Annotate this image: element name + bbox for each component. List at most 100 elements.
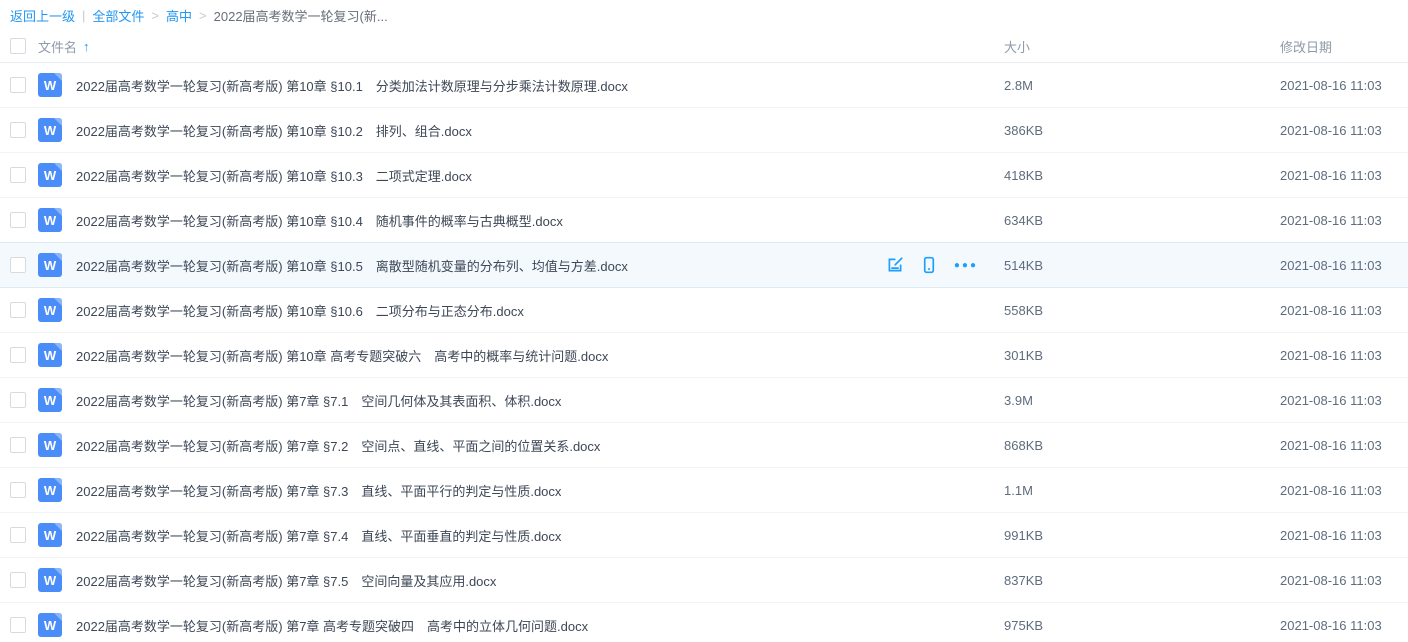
row-checkbox[interactable] [10, 212, 26, 228]
column-header-date[interactable]: 修改日期 [1280, 37, 1408, 56]
word-doc-icon: W [38, 343, 62, 367]
row-checkbox[interactable] [10, 572, 26, 588]
file-date: 2021-08-16 11:03 [1280, 258, 1408, 273]
breadcrumb-item-all-files[interactable]: 全部文件 [92, 6, 144, 25]
file-row[interactable]: W 2022届高考数学一轮复习(新高考版) 第10章 §10.5 离散型随机变量… [0, 243, 1408, 288]
file-row[interactable]: W 2022届高考数学一轮复习(新高考版) 第10章 §10.2 排列、组合.d… [0, 108, 1408, 153]
file-date: 2021-08-16 11:03 [1280, 348, 1408, 363]
word-doc-icon: W [38, 208, 62, 232]
file-name[interactable]: 2022届高考数学一轮复习(新高考版) 第7章 §7.3 直线、平面平行的判定与… [76, 481, 561, 500]
doc-icon-letter: W [44, 574, 56, 587]
word-doc-icon: W [38, 163, 62, 187]
file-name[interactable]: 2022届高考数学一轮复习(新高考版) 第7章 §7.1 空间几何体及其表面积、… [76, 391, 561, 410]
file-name[interactable]: 2022届高考数学一轮复习(新高考版) 第10章 §10.4 随机事件的概率与古… [76, 211, 563, 230]
file-date: 2021-08-16 11:03 [1280, 78, 1408, 93]
select-all-checkbox[interactable] [10, 38, 26, 54]
file-size: 558KB [1004, 303, 1280, 318]
file-row[interactable]: W 2022届高考数学一轮复习(新高考版) 第7章 §7.5 空间向量及其应用.… [0, 558, 1408, 603]
row-actions: ●●● [886, 256, 978, 274]
row-checkbox[interactable] [10, 302, 26, 318]
breadcrumb-pipe-separator: | [82, 8, 85, 23]
file-size: 418KB [1004, 168, 1280, 183]
row-checkbox[interactable] [10, 77, 26, 93]
word-doc-icon: W [38, 298, 62, 322]
file-size: 514KB [1004, 258, 1280, 273]
file-row[interactable]: W 2022届高考数学一轮复习(新高考版) 第10章 §10.3 二项式定理.d… [0, 153, 1408, 198]
file-date: 2021-08-16 11:03 [1280, 528, 1408, 543]
breadcrumb-current-folder: 2022届高考数学一轮复习(新... [214, 6, 388, 25]
file-name[interactable]: 2022届高考数学一轮复习(新高考版) 第10章 §10.1 分类加法计数原理与… [76, 76, 628, 95]
word-doc-icon: W [38, 388, 62, 412]
breadcrumb-item-folder[interactable]: 高中 [166, 6, 192, 25]
word-doc-icon: W [38, 73, 62, 97]
row-checkbox[interactable] [10, 437, 26, 453]
file-name[interactable]: 2022届高考数学一轮复习(新高考版) 第10章 §10.2 排列、组合.doc… [76, 121, 472, 140]
word-doc-icon: W [38, 613, 62, 637]
file-name[interactable]: 2022届高考数学一轮复习(新高考版) 第7章 高考专题突破四 高考中的立体几何… [76, 616, 588, 635]
doc-icon-letter: W [44, 349, 56, 362]
file-name[interactable]: 2022届高考数学一轮复习(新高考版) 第7章 §7.2 空间点、直线、平面之间… [76, 436, 600, 455]
file-date: 2021-08-16 11:03 [1280, 393, 1408, 408]
file-name[interactable]: 2022届高考数学一轮复习(新高考版) 第10章 §10.3 二项式定理.doc… [76, 166, 472, 185]
row-checkbox[interactable] [10, 482, 26, 498]
file-list: W 2022届高考数学一轮复习(新高考版) 第10章 §10.1 分类加法计数原… [0, 63, 1408, 642]
breadcrumb: 返回上一级 | 全部文件 > 高中 > 2022届高考数学一轮复习(新... [0, 0, 1408, 30]
word-doc-icon: W [38, 523, 62, 547]
file-size: 868KB [1004, 438, 1280, 453]
mobile-icon[interactable] [920, 256, 938, 274]
file-row[interactable]: W 2022届高考数学一轮复习(新高考版) 第10章 §10.1 分类加法计数原… [0, 63, 1408, 108]
file-size: 837KB [1004, 573, 1280, 588]
file-name[interactable]: 2022届高考数学一轮复习(新高考版) 第10章 §10.5 离散型随机变量的分… [76, 256, 628, 275]
word-doc-icon: W [38, 118, 62, 142]
sort-ascending-icon[interactable]: ↑ [83, 39, 90, 54]
file-name[interactable]: 2022届高考数学一轮复习(新高考版) 第10章 高考专题突破六 高考中的概率与… [76, 346, 608, 365]
file-size: 3.9M [1004, 393, 1280, 408]
file-size: 1.1M [1004, 483, 1280, 498]
file-name[interactable]: 2022届高考数学一轮复习(新高考版) 第7章 §7.4 直线、平面垂直的判定与… [76, 526, 561, 545]
column-header-filename[interactable]: 文件名 [38, 37, 77, 56]
row-checkbox[interactable] [10, 122, 26, 138]
more-actions-icon[interactable]: ●●● [954, 260, 978, 271]
row-checkbox[interactable] [10, 617, 26, 633]
file-name[interactable]: 2022届高考数学一轮复习(新高考版) 第7章 §7.5 空间向量及其应用.do… [76, 571, 496, 590]
file-row[interactable]: W 2022届高考数学一轮复习(新高考版) 第7章 §7.3 直线、平面平行的判… [0, 468, 1408, 513]
file-row[interactable]: W 2022届高考数学一轮复习(新高考版) 第10章 §10.6 二项分布与正态… [0, 288, 1408, 333]
doc-icon-letter: W [44, 619, 56, 632]
breadcrumb-back-link[interactable]: 返回上一级 [10, 6, 75, 25]
doc-icon-letter: W [44, 529, 56, 542]
doc-icon-letter: W [44, 394, 56, 407]
file-row[interactable]: W 2022届高考数学一轮复习(新高考版) 第10章 高考专题突破六 高考中的概… [0, 333, 1408, 378]
file-date: 2021-08-16 11:03 [1280, 618, 1408, 633]
word-doc-icon: W [38, 478, 62, 502]
file-row[interactable]: W 2022届高考数学一轮复习(新高考版) 第7章 §7.4 直线、平面垂直的判… [0, 513, 1408, 558]
file-size: 634KB [1004, 213, 1280, 228]
doc-icon-letter: W [44, 124, 56, 137]
edit-icon[interactable] [886, 256, 904, 274]
word-doc-icon: W [38, 253, 62, 277]
file-date: 2021-08-16 11:03 [1280, 168, 1408, 183]
row-checkbox[interactable] [10, 167, 26, 183]
word-doc-icon: W [38, 433, 62, 457]
row-checkbox[interactable] [10, 257, 26, 273]
file-size: 2.8M [1004, 78, 1280, 93]
row-checkbox[interactable] [10, 392, 26, 408]
file-name[interactable]: 2022届高考数学一轮复习(新高考版) 第10章 §10.6 二项分布与正态分布… [76, 301, 524, 320]
file-date: 2021-08-16 11:03 [1280, 213, 1408, 228]
file-list-header: 文件名 ↑ 大小 修改日期 [0, 30, 1408, 63]
column-header-size[interactable]: 大小 [1004, 37, 1280, 56]
file-size: 975KB [1004, 618, 1280, 633]
doc-icon-letter: W [44, 304, 56, 317]
row-checkbox[interactable] [10, 527, 26, 543]
row-checkbox[interactable] [10, 347, 26, 363]
file-row[interactable]: W 2022届高考数学一轮复习(新高考版) 第7章 §7.2 空间点、直线、平面… [0, 423, 1408, 468]
file-date: 2021-08-16 11:03 [1280, 303, 1408, 318]
doc-icon-letter: W [44, 439, 56, 452]
file-date: 2021-08-16 11:03 [1280, 438, 1408, 453]
file-date: 2021-08-16 11:03 [1280, 573, 1408, 588]
file-row[interactable]: W 2022届高考数学一轮复习(新高考版) 第10章 §10.4 随机事件的概率… [0, 198, 1408, 243]
file-row[interactable]: W 2022届高考数学一轮复习(新高考版) 第7章 §7.1 空间几何体及其表面… [0, 378, 1408, 423]
word-doc-icon: W [38, 568, 62, 592]
file-row[interactable]: W 2022届高考数学一轮复习(新高考版) 第7章 高考专题突破四 高考中的立体… [0, 603, 1408, 642]
breadcrumb-gt-separator: > [151, 8, 159, 23]
breadcrumb-gt-separator: > [199, 8, 207, 23]
